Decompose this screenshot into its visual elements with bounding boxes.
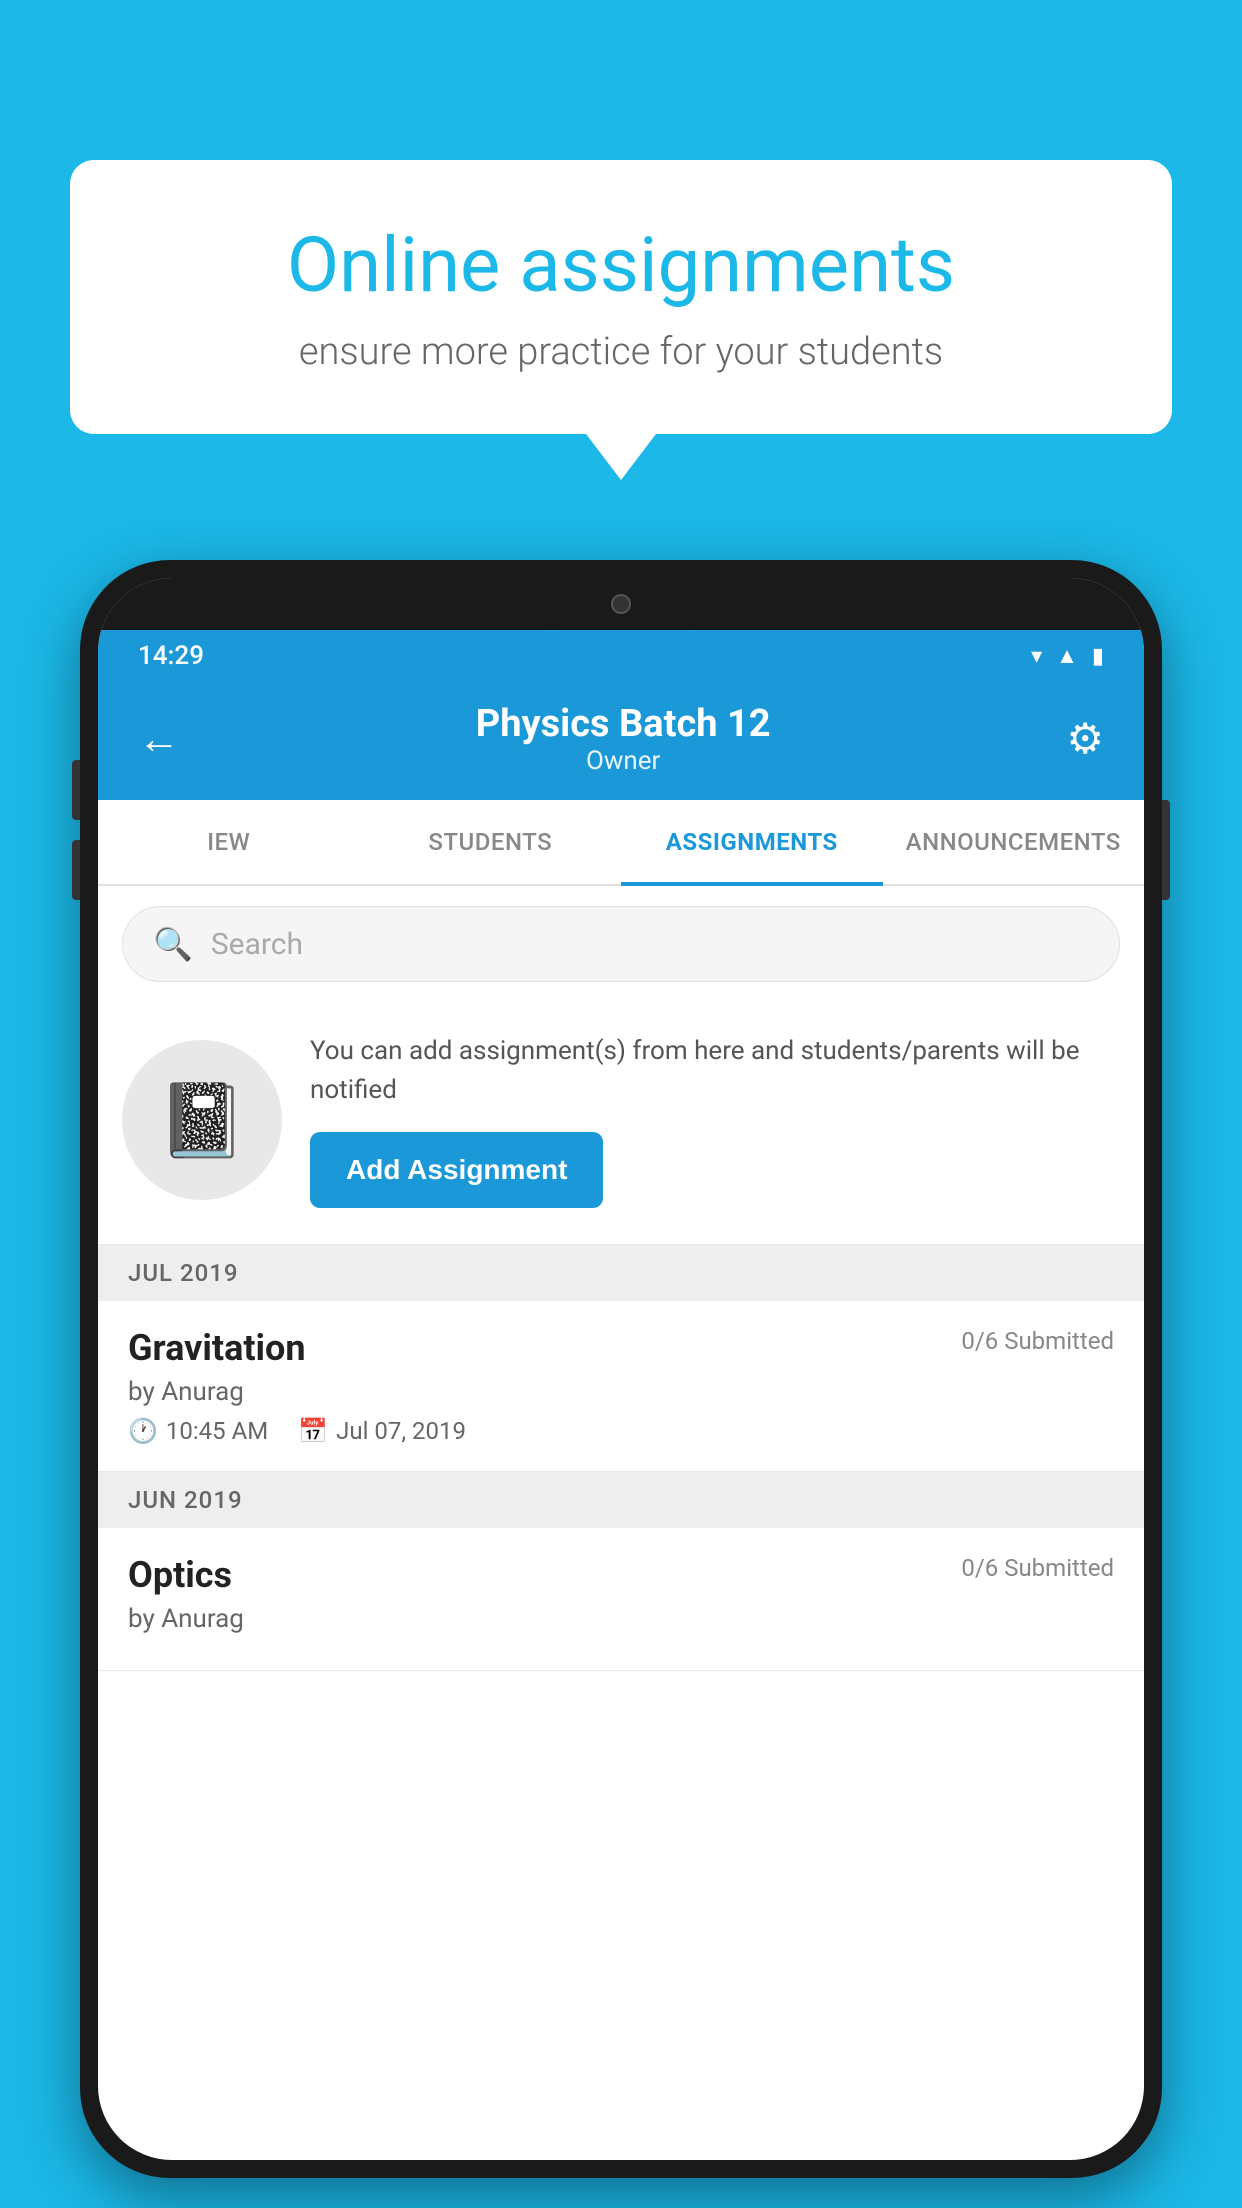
promo-description: You can add assignment(s) from here and …	[310, 1032, 1120, 1110]
promo-section: 📓 You can add assignment(s) from here an…	[98, 1002, 1144, 1245]
app-header: ← Physics Batch 12 Owner ⚙	[98, 682, 1144, 800]
search-placeholder: Search	[211, 927, 303, 962]
promo-content: You can add assignment(s) from here and …	[310, 1032, 1120, 1208]
assignment-item-gravitation[interactable]: Gravitation 0/6 Submitted by Anurag 🕐 10…	[98, 1301, 1144, 1472]
batch-title: Physics Batch 12	[476, 702, 771, 746]
month-separator-jun: JUN 2019	[98, 1472, 1144, 1528]
tab-announcements[interactable]: ANNOUNCEMENTS	[883, 800, 1145, 884]
power-button[interactable]	[1162, 800, 1170, 900]
batch-role: Owner	[476, 746, 771, 776]
promo-subtitle: ensure more practice for your students	[140, 330, 1102, 374]
back-button[interactable]: ←	[138, 715, 180, 764]
phone-screen: 14:29 ▾ ▲ ▮ ← Physics Batch 12 Owner ⚙ I…	[98, 578, 1144, 2160]
assignment-date: 📅 Jul 07, 2019	[298, 1417, 466, 1445]
search-container: 🔍 Search	[98, 886, 1144, 1002]
assignment-top: Gravitation 0/6 Submitted	[128, 1327, 1114, 1369]
assignment-date-value: Jul 07, 2019	[336, 1417, 466, 1445]
assignment-icon-circle: 📓	[122, 1040, 282, 1200]
assignment-name-optics: Optics	[128, 1554, 232, 1596]
header-center: Physics Batch 12 Owner	[476, 702, 771, 776]
assignment-top-optics: Optics 0/6 Submitted	[128, 1554, 1114, 1596]
promo-card: Online assignments ensure more practice …	[70, 160, 1172, 434]
status-time: 14:29	[138, 641, 204, 671]
wifi-icon: ▾	[1031, 644, 1042, 669]
front-camera	[611, 594, 631, 614]
battery-icon: ▮	[1092, 644, 1104, 669]
month-separator-jul: JUL 2019	[98, 1245, 1144, 1301]
tab-assignments[interactable]: ASSIGNMENTS	[621, 800, 883, 884]
tab-students[interactable]: STUDENTS	[360, 800, 622, 884]
settings-button[interactable]: ⚙	[1066, 714, 1104, 764]
assignment-submitted: 0/6 Submitted	[961, 1327, 1114, 1355]
status-bar: 14:29 ▾ ▲ ▮	[98, 630, 1144, 682]
assignment-name: Gravitation	[128, 1327, 306, 1369]
search-bar[interactable]: 🔍 Search	[122, 906, 1120, 982]
assignment-time-value: 10:45 AM	[166, 1417, 268, 1445]
assignment-author-optics: by Anurag	[128, 1604, 1114, 1634]
status-icons: ▾ ▲ ▮	[1031, 643, 1104, 669]
tabs-bar: IEW STUDENTS ASSIGNMENTS ANNOUNCEMENTS	[98, 800, 1144, 886]
volume-up-button[interactable]	[72, 760, 80, 820]
assignment-meta: 🕐 10:45 AM 📅 Jul 07, 2019	[128, 1417, 1114, 1445]
search-icon: 🔍	[153, 925, 193, 963]
phone-notch	[98, 578, 1144, 630]
speech-bubble: Online assignments ensure more practice …	[70, 160, 1172, 434]
phone-frame: 14:29 ▾ ▲ ▮ ← Physics Batch 12 Owner ⚙ I…	[80, 560, 1162, 2178]
add-assignment-button[interactable]: Add Assignment	[310, 1132, 603, 1208]
notebook-icon: 📓	[157, 1078, 247, 1163]
notch-cutout	[531, 578, 711, 630]
signal-icon: ▲	[1056, 643, 1078, 669]
tab-iew[interactable]: IEW	[98, 800, 360, 884]
calendar-icon: 📅	[298, 1417, 328, 1445]
promo-title: Online assignments	[140, 220, 1102, 310]
assignment-time: 🕐 10:45 AM	[128, 1417, 268, 1445]
assignment-submitted-optics: 0/6 Submitted	[961, 1554, 1114, 1582]
volume-down-button[interactable]	[72, 840, 80, 900]
assignment-author: by Anurag	[128, 1377, 1114, 1407]
assignment-item-optics[interactable]: Optics 0/6 Submitted by Anurag	[98, 1528, 1144, 1671]
clock-icon: 🕐	[128, 1417, 158, 1445]
